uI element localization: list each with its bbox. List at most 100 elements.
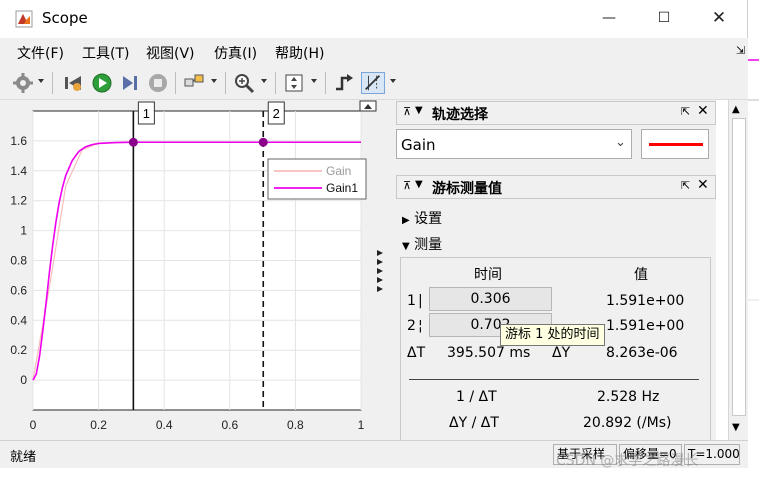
cursor-2-tag-label: 2 — [273, 106, 280, 121]
highlight-dropdown-icon[interactable] — [211, 79, 217, 83]
cursor2-value: 1.591e+00 — [606, 318, 685, 334]
cursor1-solid-marker: | — [418, 293, 423, 309]
trace-dropdown-value: Gain — [401, 136, 436, 154]
y-tick-label: 0.6 — [10, 283, 27, 297]
run-icon[interactable] — [91, 72, 113, 94]
cursor2-dashed-marker: ¦ — [418, 318, 423, 334]
inverse-delta-t-value: 2.528 Hz — [597, 389, 660, 405]
background-window — [748, 0, 759, 477]
cursor1-value: 1.591e+00 — [606, 293, 685, 309]
scroll-thumb[interactable] — [732, 118, 746, 416]
cursor2-label: 2 — [407, 318, 416, 334]
toolbar — [0, 66, 748, 100]
x-tick-label: 0.6 — [221, 418, 238, 432]
legend-label-gain: Gain — [326, 164, 351, 178]
minimize-button[interactable]: — — [587, 4, 631, 32]
caret-right-icon: ▶ — [402, 215, 410, 226]
dock-pin-icon[interactable]: ⇲ — [736, 44, 745, 57]
delta-t-label: ΔT — [407, 345, 426, 361]
col-header-time: 时间 — [474, 267, 502, 283]
zoom-dropdown-icon[interactable] — [261, 79, 267, 83]
close-icon[interactable]: ✕ — [697, 103, 709, 119]
panel-toggle-arrow-icon[interactable] — [377, 259, 383, 265]
trace-panel-header: ⊼ ▼ 轨迹选择 ⇱ ✕ — [396, 101, 716, 125]
cursor-1-marker[interactable] — [128, 137, 138, 147]
pin-icon[interactable]: ⊼ — [403, 105, 411, 118]
matlab-scope-icon — [15, 10, 33, 28]
toolbar-separator — [275, 72, 276, 94]
panel-toggle-arrow-icon[interactable] — [377, 277, 383, 283]
cursor-panel-header: ⊼ ▼ 游标测量值 ⇱ ✕ — [396, 175, 716, 199]
toolbar-separator — [175, 72, 176, 94]
cursor-measurements-icon[interactable] — [361, 72, 385, 94]
scale-dropdown-icon[interactable] — [311, 79, 317, 83]
y-tick-label: 0.8 — [10, 254, 27, 268]
measure-section-label: 测量 — [414, 237, 443, 253]
scale-axes-icon[interactable] — [283, 72, 305, 94]
highlight-block-icon[interactable] — [183, 72, 205, 94]
x-tick-label: 0.2 — [90, 418, 107, 432]
trigger-icon[interactable] — [333, 72, 355, 94]
window-title: Scope — [42, 9, 88, 27]
cursor-measurements-panel: ⊼ ▼ 游标测量值 ⇱ ✕ ▶ 设置 ▼ 测量 时间 值 1 | 0.306 1… — [396, 170, 716, 440]
delta-y-value: 8.263e-06 — [606, 345, 678, 361]
stop-icon[interactable] — [147, 72, 169, 94]
x-tick-label: 0 — [30, 418, 37, 432]
step-back-icon[interactable] — [62, 72, 84, 94]
cursor-2-marker[interactable] — [258, 137, 268, 147]
y-tick-label: 0 — [20, 373, 27, 387]
legend-label-gain1: Gain1 — [326, 181, 358, 195]
measurements-dropdown-icon[interactable] — [390, 79, 396, 83]
panel-toggle-arrow-icon[interactable] — [377, 250, 383, 256]
cursor-panel-title: 游标测量值 — [432, 181, 502, 197]
y-tick-label: 1.2 — [10, 194, 27, 208]
close-icon[interactable]: ✕ — [697, 177, 709, 193]
measure-section-toggle[interactable]: ▼ 测量 — [402, 234, 442, 254]
undock-icon[interactable]: ⇱ — [681, 105, 690, 118]
x-tick-label: 0.4 — [156, 418, 173, 432]
menu-file[interactable]: 文件(F) — [17, 43, 64, 63]
trace-panel-title: 轨迹选择 — [432, 107, 488, 123]
trace-color-swatch[interactable] — [641, 129, 709, 159]
y-tick-label: 0.4 — [10, 313, 27, 327]
col-header-value: 值 — [634, 267, 648, 283]
close-button[interactable]: ✕ — [697, 4, 741, 32]
settings-dropdown-icon[interactable] — [38, 79, 44, 83]
pin-icon[interactable]: ⊼ — [403, 179, 411, 192]
watermark: CSDN @求学之路漫长 — [556, 453, 699, 469]
collapse-icon[interactable]: ▼ — [415, 179, 423, 190]
title-bar: Scope — ☐ ✕ — [0, 0, 748, 38]
zoom-icon[interactable] — [233, 72, 255, 94]
toolbar-separator — [52, 72, 53, 94]
scope-chart[interactable]: 1.6 1.4 1.2 1 0.8 0.6 0.4 0.2 0 0 0.2 0.4 0.6 0.8 1 1 2 G… — [0, 100, 392, 440]
menu-help[interactable]: 帮助(H) — [275, 43, 324, 63]
panel-toggle-arrow-icon[interactable] — [377, 268, 383, 274]
cursor-time-tooltip: 游标 1 处的时间 — [500, 324, 605, 346]
trace-color-line — [649, 143, 703, 146]
trace-dropdown[interactable]: Gain ⌄ — [396, 129, 632, 159]
toolbar-separator — [225, 72, 226, 94]
scroll-down-icon[interactable]: ▼ — [732, 422, 740, 433]
collapse-icon[interactable]: ▼ — [415, 105, 423, 116]
step-forward-icon[interactable] — [119, 72, 141, 94]
settings-section-label: 设置 — [414, 211, 443, 227]
measurements-divider — [409, 379, 699, 380]
cursor1-time-field[interactable]: 0.306 — [429, 287, 552, 311]
menu-simulation[interactable]: 仿真(I) — [214, 43, 257, 63]
delta-t-value: 395.507 ms — [447, 345, 531, 361]
undock-icon[interactable]: ⇱ — [681, 179, 690, 192]
panel-scrollbar[interactable]: ▲ ▼ — [728, 100, 748, 440]
delta-y-label: ΔY — [552, 345, 571, 361]
inverse-delta-t-label: 1 / ΔT — [456, 389, 497, 405]
cursor1-label: 1 — [407, 293, 416, 309]
x-tick-label: 1 — [358, 418, 365, 432]
y-tick-label: 1.6 — [10, 134, 27, 148]
scroll-up-icon[interactable]: ▲ — [732, 104, 740, 115]
menu-view[interactable]: 视图(V) — [146, 43, 195, 63]
settings-gear-icon[interactable] — [12, 72, 34, 94]
maximize-button[interactable]: ☐ — [642, 4, 686, 32]
y-tick-label: 0.2 — [10, 343, 27, 357]
menu-tools[interactable]: 工具(T) — [82, 43, 129, 63]
settings-section-toggle[interactable]: ▶ 设置 — [402, 208, 442, 228]
panel-toggle-arrow-icon[interactable] — [377, 286, 383, 292]
